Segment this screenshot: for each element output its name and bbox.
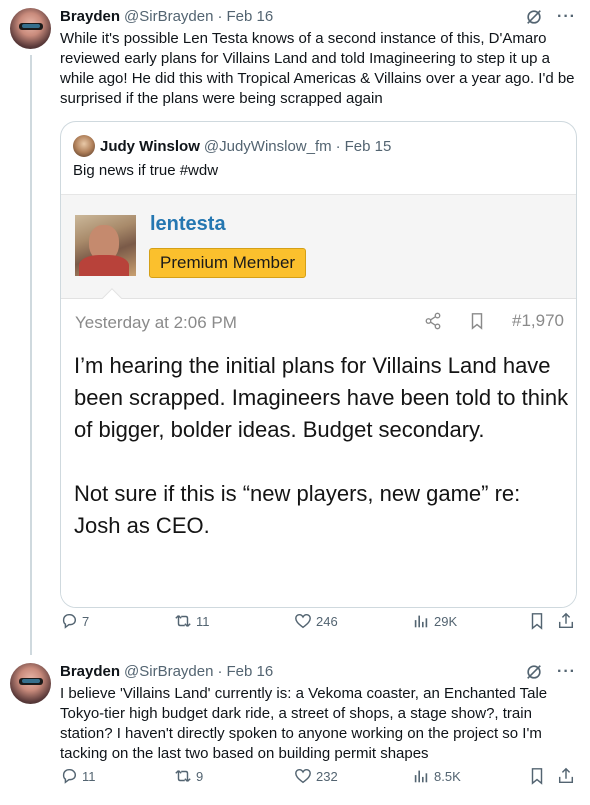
grok-icon[interactable] <box>525 8 543 26</box>
share-button[interactable] <box>557 767 575 785</box>
retweet-icon <box>175 615 191 627</box>
retweet-icon <box>175 770 191 782</box>
views-icon <box>414 770 428 783</box>
author-name[interactable]: Brayden <box>60 8 120 26</box>
separator: · <box>217 8 223 25</box>
tweet-text: I believe 'Villains Land' currently is: … <box>60 685 548 762</box>
tweet-header: Brayden @SirBrayden · Feb 16 ··· <box>60 663 580 681</box>
separator: · <box>217 663 223 680</box>
forum-share-icon <box>425 312 441 330</box>
forum-screenshot-image[interactable]: lentesta Premium Member Yesterday at 2:0… <box>61 194 576 607</box>
reply-count: 7 <box>82 613 90 629</box>
like-icon <box>295 768 311 784</box>
views-count: 8.5K <box>434 768 461 784</box>
like-button[interactable]: 232 <box>294 767 338 785</box>
like-icon <box>295 613 311 629</box>
views-button[interactable]: 29K <box>412 612 457 630</box>
tweet-header: Brayden @SirBrayden · Feb 16 ··· <box>60 8 580 26</box>
share-icon <box>558 612 574 629</box>
quoted-avatar <box>73 135 95 157</box>
retweet-count: 9 <box>196 768 204 784</box>
avatar[interactable] <box>10 8 51 49</box>
bookmark-icon <box>531 768 543 785</box>
like-button[interactable]: 246 <box>294 612 338 630</box>
forum-username: lentesta <box>150 213 226 235</box>
like-count: 232 <box>316 768 338 784</box>
thread-connector-line <box>30 55 32 655</box>
forum-timestamp: Yesterday at 2:06 PM <box>75 313 237 332</box>
more-icon[interactable]: ··· <box>557 8 576 26</box>
share-button[interactable] <box>557 612 575 630</box>
reply-count: 11 <box>82 768 96 784</box>
forum-bookmark-icon <box>471 313 483 330</box>
retweet-count: 11 <box>196 613 210 629</box>
views-count: 29K <box>434 613 458 629</box>
more-icon[interactable]: ··· <box>557 663 576 681</box>
quoted-date: Feb 15 <box>344 137 392 155</box>
bookmark-button[interactable] <box>528 612 546 630</box>
reply-icon <box>62 613 77 629</box>
reply-icon <box>62 768 77 784</box>
grok-icon[interactable] <box>525 663 543 681</box>
retweet-button[interactable]: 9 <box>174 767 203 785</box>
forum-post-number: #1,970 <box>512 311 564 330</box>
tweet[interactable]: Brayden @SirBrayden · Feb 16 ··· While i… <box>0 0 590 655</box>
tweet-date[interactable]: Feb 16 <box>226 8 273 26</box>
share-icon <box>558 767 574 784</box>
retweet-button[interactable]: 11 <box>174 612 210 630</box>
reply-button[interactable]: 7 <box>60 612 89 630</box>
reply-button[interactable]: 11 <box>60 767 96 785</box>
quoted-text: Big news if true #wdw <box>73 162 219 179</box>
bookmark-button[interactable] <box>528 767 546 785</box>
forum-avatar <box>75 215 136 276</box>
quoted-author-name: Judy Winslow <box>100 137 200 155</box>
quoted-author-handle: @JudyWinslow_fm <box>203 137 332 155</box>
forum-post-paragraph: I’m hearing the initial plans for Villai… <box>74 353 569 442</box>
quoted-tweet[interactable]: Judy Winslow @JudyWinslow_fm · Feb 15 Bi… <box>60 121 577 608</box>
forum-badge: Premium Member <box>149 248 307 278</box>
author-handle[interactable]: @SirBrayden <box>124 8 213 26</box>
tweet[interactable]: Brayden @SirBrayden · Feb 16 ··· I belie… <box>0 655 590 805</box>
like-count: 246 <box>316 613 338 629</box>
forum-post-paragraph: Not sure if this is “new players, new ga… <box>74 481 521 538</box>
author-handle[interactable]: @SirBrayden <box>124 663 213 681</box>
bookmark-icon <box>531 613 543 630</box>
views-button[interactable]: 8.5K <box>412 767 461 785</box>
tweet-text: While it's possible Len Testa knows of a… <box>60 30 575 107</box>
views-icon <box>414 615 428 628</box>
separator: · <box>335 137 341 155</box>
avatar[interactable] <box>10 663 51 704</box>
forum-user-panel: lentesta Premium Member <box>61 195 576 308</box>
tweet-date[interactable]: Feb 16 <box>226 663 273 681</box>
forum-post-body: I’m hearing the initial plans for Villai… <box>74 350 569 542</box>
author-name[interactable]: Brayden <box>60 663 120 681</box>
